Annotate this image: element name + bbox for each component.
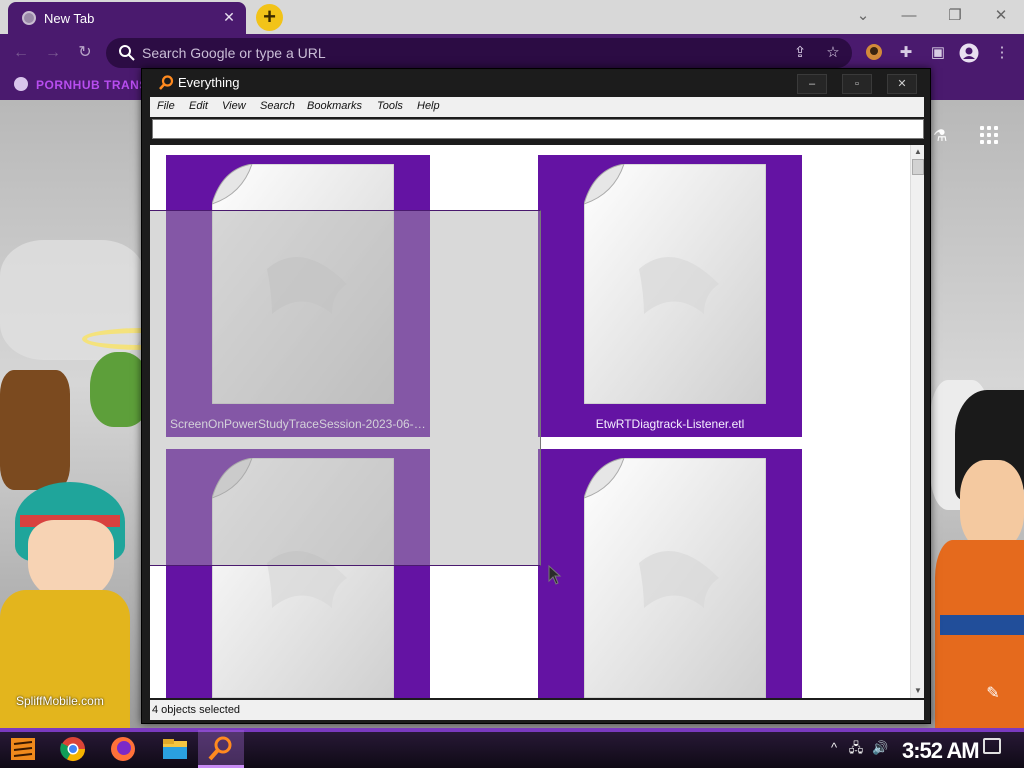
profile-extension-icon[interactable] — [864, 43, 884, 63]
theme-credit-link[interactable]: SpliffMobile.com — [16, 694, 104, 708]
google-apps-icon[interactable] — [980, 126, 1000, 146]
menu-search[interactable]: Search — [260, 100, 295, 112]
bookmark-item[interactable]: PORNHUB TRANS — [14, 77, 148, 92]
tab-search-chevron-icon[interactable]: ⌄ — [851, 6, 875, 26]
result-filename: EtwRTDiagtrack-Listener.etl — [595, 417, 745, 431]
scroll-up-arrow-icon[interactable]: ▲ — [911, 145, 925, 159]
scrollbar-thumb[interactable] — [912, 159, 924, 175]
close-button[interactable]: ✕ — [887, 74, 917, 94]
scroll-down-arrow-icon[interactable]: ▼ — [911, 684, 925, 698]
omnibox[interactable]: ⇪ ☆ — [106, 38, 852, 68]
back-button[interactable]: ← — [10, 42, 32, 64]
taskbar-accent-strip — [0, 728, 1024, 732]
window-title: Everything — [178, 75, 240, 90]
tab-title: New Tab — [44, 11, 95, 26]
menu-edit[interactable]: Edit — [189, 100, 208, 112]
taskbar-clock[interactable]: 3:52 AM — [902, 738, 980, 764]
blank-file-icon — [584, 164, 766, 404]
forward-button[interactable]: → — [42, 42, 64, 64]
maximize-button[interactable]: ▫ — [842, 74, 872, 94]
vertical-scrollbar[interactable]: ▲ ▼ — [910, 145, 924, 698]
minimize-window-button[interactable]: — — [897, 6, 921, 26]
everything-window: Everything – ▫ ✕ File Edit View Search B… — [141, 68, 931, 724]
everything-icon[interactable] — [205, 734, 235, 764]
background-art — [960, 460, 1024, 550]
globe-icon — [14, 77, 28, 91]
extensions-puzzle-icon[interactable]: ✚ — [896, 43, 916, 63]
menu-bar: File Edit View Search Bookmarks Tools He… — [150, 97, 924, 117]
search-box[interactable] — [152, 119, 924, 139]
file-explorer-icon[interactable] — [160, 734, 190, 764]
mouse-pointer-icon — [548, 565, 562, 585]
notification-center-icon[interactable] — [983, 738, 1001, 754]
labs-flask-icon[interactable]: ⚗ — [933, 126, 953, 146]
reload-button[interactable]: ↻ — [74, 42, 96, 64]
result-tile[interactable]: EtwRTDiagtrack-Listener.etl — [538, 155, 802, 437]
tab-new-tab[interactable]: New Tab ✕ — [8, 2, 246, 34]
browser-tab-strip: New Tab ✕ + ⌄ — ❐ ✕ — [0, 0, 1024, 34]
status-bar: 4 objects selected — [150, 700, 924, 720]
omnibox-input[interactable] — [142, 42, 782, 64]
start-icon[interactable] — [8, 734, 38, 764]
blank-file-icon — [584, 458, 766, 698]
selection-marquee — [150, 210, 541, 566]
restore-window-button[interactable]: ❐ — [943, 6, 967, 26]
close-tab-icon[interactable]: ✕ — [220, 8, 238, 26]
menu-file[interactable]: File — [157, 100, 175, 112]
taskbar: ^ 🖧 🔊 3:52 AM — [0, 728, 1024, 768]
close-window-button[interactable]: ✕ — [989, 6, 1013, 26]
minimize-button[interactable]: – — [797, 74, 827, 94]
result-tile[interactable] — [538, 449, 802, 698]
results-thumbnail-view[interactable]: ScreenOnPowerStudyTraceSession-2023-06-0… — [150, 145, 910, 698]
menu-tools[interactable]: Tools — [377, 100, 403, 112]
chrome-icon[interactable] — [58, 734, 88, 764]
volume-icon[interactable]: 🔊 — [872, 740, 888, 756]
selection-status: 4 objects selected — [152, 704, 241, 716]
everything-magnifier-icon — [159, 75, 174, 90]
show-hidden-icons-chevron-icon[interactable]: ^ — [826, 740, 842, 756]
chrome-menu-icon[interactable]: ⋮ — [992, 43, 1012, 63]
search-icon — [119, 45, 135, 61]
menu-bookmarks[interactable]: Bookmarks — [307, 100, 362, 112]
browser-toolbar: ← → ↻ ⇪ ☆ ✚ ▣ ⋮ — [0, 34, 1024, 72]
bookmark-star-icon[interactable]: ☆ — [823, 43, 843, 63]
bookmark-label: PORNHUB TRANS — [36, 78, 148, 92]
search-input[interactable] — [153, 120, 923, 138]
everything-titlebar[interactable]: Everything – ▫ ✕ — [142, 69, 930, 97]
profile-avatar-icon[interactable] — [959, 43, 979, 63]
chrome-favicon-icon — [22, 11, 36, 25]
customize-pencil-icon[interactable]: ✎ — [981, 683, 1005, 707]
menu-help[interactable]: Help — [417, 100, 440, 112]
side-panel-icon[interactable]: ▣ — [928, 43, 948, 63]
share-icon[interactable]: ⇪ — [790, 43, 810, 63]
background-art — [0, 370, 70, 490]
background-art — [28, 520, 114, 600]
menu-view[interactable]: View — [222, 100, 246, 112]
background-art — [0, 590, 130, 730]
firefox-icon[interactable] — [108, 734, 138, 764]
new-tab-button[interactable]: + — [256, 4, 283, 31]
background-art — [935, 540, 1024, 730]
background-art — [940, 615, 1024, 635]
network-icon[interactable]: 🖧 — [848, 740, 864, 756]
